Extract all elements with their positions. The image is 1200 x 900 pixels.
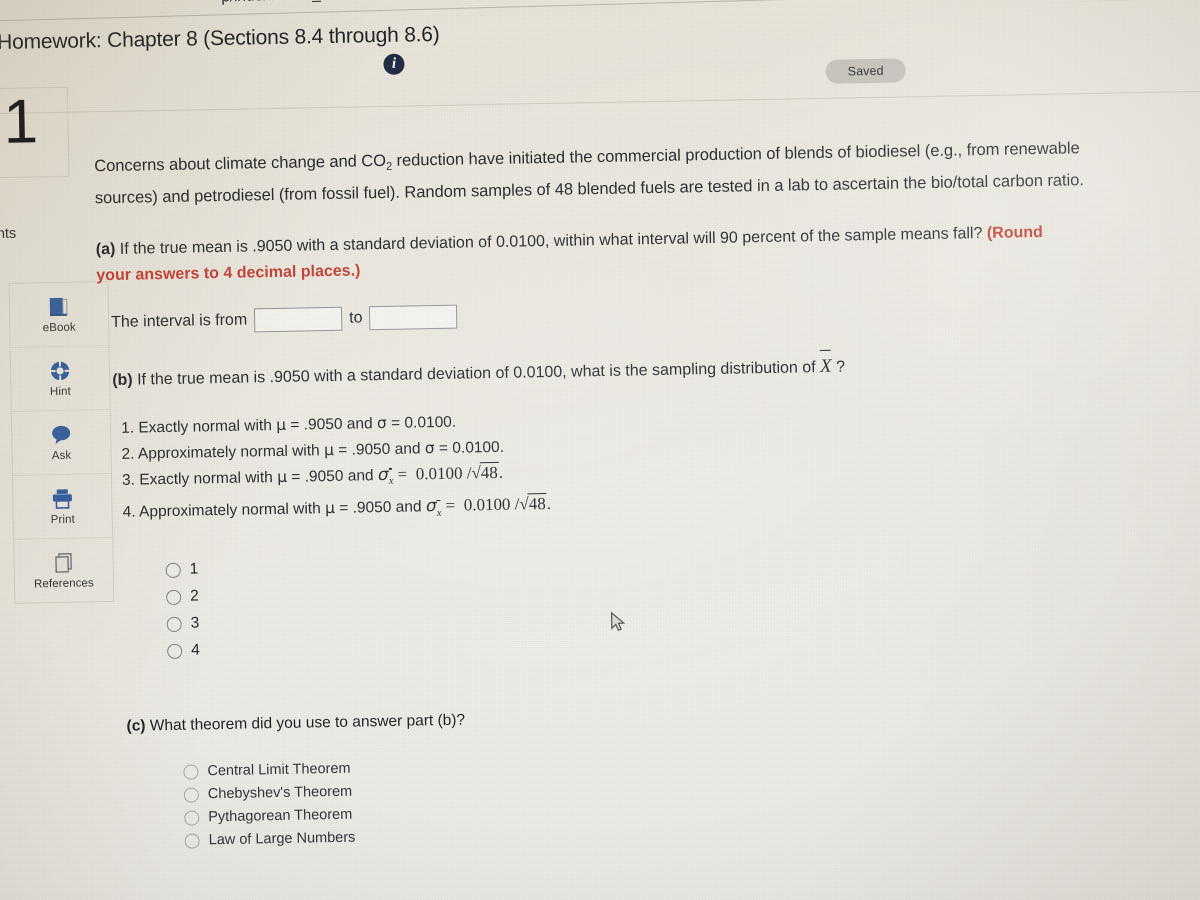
question-stem: Concerns about climate change and CO2 re… bbox=[94, 135, 1085, 211]
part-b-text: If the true mean is .9050 with a standar… bbox=[132, 359, 821, 389]
mu-symbol: μ bbox=[276, 467, 288, 486]
printer-icon bbox=[52, 489, 72, 509]
radio-label: Law of Large Numbers bbox=[208, 829, 356, 849]
part-b-suffix: ? bbox=[831, 358, 846, 376]
sidebar-item-hint[interactable]: Hint bbox=[10, 346, 110, 412]
mu-equation: = .9050 and bbox=[285, 415, 378, 434]
radio-label: 2 bbox=[190, 587, 199, 605]
part-c-radio-group: Central Limit Theorem Chebyshev's Theore… bbox=[183, 743, 1167, 853]
mu-equation: = .9050 and bbox=[334, 498, 427, 518]
radio-label: 4 bbox=[191, 641, 200, 659]
mu-equation: = .9050 and bbox=[333, 440, 425, 459]
radio-label: Chebyshev's Theorem bbox=[207, 783, 353, 803]
radio-label: 3 bbox=[190, 614, 200, 632]
part-a: (a) If the true mean is .9050 with a sta… bbox=[96, 219, 1082, 289]
radio-button[interactable] bbox=[184, 833, 200, 849]
sidebar-item-label: Hint bbox=[49, 385, 71, 399]
xbar-subscript: x bbox=[389, 470, 394, 494]
sigma-fraction-3: 0.0100 /√48. bbox=[411, 461, 504, 484]
xbar-variable: X bbox=[820, 352, 832, 380]
sigma-xbar-symbol: σx bbox=[425, 496, 442, 518]
option-lead: Approximately normal with bbox=[138, 500, 326, 521]
part-b-option-descriptions: 1. Exactly normal with μ = .9050 and σ =… bbox=[121, 397, 1161, 532]
sigma-equals: = bbox=[441, 496, 456, 516]
sigma-fraction-4: 0.0100 /√48. bbox=[459, 493, 552, 515]
radio-label: Pythagorean Theorem bbox=[208, 806, 353, 826]
sidebar-item-ask[interactable]: Ask bbox=[11, 410, 111, 476]
points-value: 5 bbox=[0, 206, 73, 226]
interval-join-label: to bbox=[349, 309, 363, 327]
part-a-label: (a) bbox=[95, 240, 116, 259]
fraction-numerator: 0.0100 bbox=[463, 495, 511, 515]
xbar-subscript: x bbox=[437, 502, 442, 526]
radio-button[interactable] bbox=[183, 787, 199, 803]
header-divider bbox=[0, 90, 1200, 115]
status-badge: Saved bbox=[825, 58, 906, 84]
radio-label: Central Limit Theorem bbox=[207, 760, 351, 780]
sidebar-item-ebook[interactable]: eBook bbox=[9, 282, 109, 348]
stem-text-part1: Concerns about climate change and CO bbox=[94, 151, 387, 176]
sidebar-item-label: eBook bbox=[42, 321, 76, 335]
interval-to-input[interactable] bbox=[369, 304, 458, 331]
mu-equation: = .9050 and bbox=[286, 467, 379, 486]
points-display: 5 points bbox=[0, 206, 74, 244]
sidebar-item-label: Ask bbox=[51, 449, 72, 463]
sigma-glyph: σ bbox=[425, 496, 437, 517]
part-b-label: (b) bbox=[112, 371, 133, 389]
sigma-equation: = 0.0100. bbox=[386, 413, 457, 432]
lifebuoy-icon bbox=[49, 360, 71, 382]
question-body: Concerns about climate change and CO 2 re… bbox=[94, 134, 1167, 854]
part-c-label: (c) bbox=[126, 717, 146, 735]
radio-button[interactable] bbox=[166, 616, 182, 632]
sidebar-item-print[interactable]: Print bbox=[12, 474, 113, 540]
radio-button[interactable] bbox=[184, 810, 200, 826]
page-title: 3 Homework: Chapter 8 (Sections 8.4 thro… bbox=[0, 22, 440, 55]
radio-button[interactable] bbox=[165, 562, 181, 578]
screen-surface: p/index.html?_con=con&external_browser=0… bbox=[0, 0, 1200, 900]
part-c-text: What theorem did you use to answer part … bbox=[145, 711, 466, 735]
option-lead: Approximately normal with bbox=[137, 442, 325, 463]
radio-button[interactable] bbox=[166, 589, 182, 605]
option-number: 1. bbox=[120, 419, 135, 437]
sigma-equation: = 0.0100. bbox=[434, 438, 505, 458]
sentence-period: . bbox=[498, 462, 504, 482]
radio-button[interactable] bbox=[183, 764, 199, 780]
part-b: (b) If the true mean is .9050 with a sta… bbox=[112, 347, 1097, 394]
photographed-screen-container: p/index.html?_con=con&external_browser=0… bbox=[0, 0, 1200, 900]
mu-symbol: μ bbox=[275, 415, 287, 434]
points-label: points bbox=[0, 225, 17, 243]
part-c: (c) What theorem did you use to answer p… bbox=[126, 699, 1164, 736]
radicand-value: 48 bbox=[527, 493, 547, 514]
copy-pages-icon bbox=[55, 553, 72, 573]
ebook-icon bbox=[49, 297, 68, 317]
sigma-symbol: σ bbox=[376, 413, 387, 433]
radio-label: 1 bbox=[189, 560, 199, 578]
interval-answer-row: The interval is from to bbox=[111, 292, 1157, 335]
option-lead: Exactly normal with bbox=[138, 416, 277, 437]
radicand-value: 48 bbox=[479, 461, 499, 483]
option-number: 3. bbox=[121, 471, 136, 489]
sigma-xbar-symbol: σx bbox=[377, 464, 394, 487]
sidebar-item-label: Print bbox=[50, 513, 75, 527]
part-b-radio-group: 1 2 3 4 bbox=[165, 539, 1163, 665]
fraction-numerator: 0.0100 bbox=[415, 463, 463, 484]
stem-text-part2: reduction have initiated the commercial … bbox=[94, 139, 1084, 208]
sidebar-item-label: References bbox=[33, 577, 94, 591]
option-number: 4. bbox=[122, 503, 136, 522]
part-a-text: If the true mean is .9050 with a standar… bbox=[115, 224, 988, 258]
info-icon[interactable]: i bbox=[383, 53, 405, 75]
sigma-glyph: σ bbox=[377, 464, 389, 486]
sigma-equals: = bbox=[393, 464, 408, 484]
option-number: 2. bbox=[121, 445, 135, 463]
speech-bubble-icon bbox=[52, 425, 71, 445]
sentence-period: . bbox=[546, 494, 552, 514]
interval-prefix-label: The interval is from bbox=[111, 311, 248, 331]
radio-button[interactable] bbox=[167, 643, 183, 659]
question-number: 1 bbox=[2, 87, 39, 157]
interval-from-input[interactable] bbox=[253, 306, 343, 333]
option-lead: Exactly normal with bbox=[139, 468, 278, 489]
sidebar-item-references[interactable]: References bbox=[14, 538, 113, 603]
sigma-symbol: σ bbox=[424, 439, 435, 458]
